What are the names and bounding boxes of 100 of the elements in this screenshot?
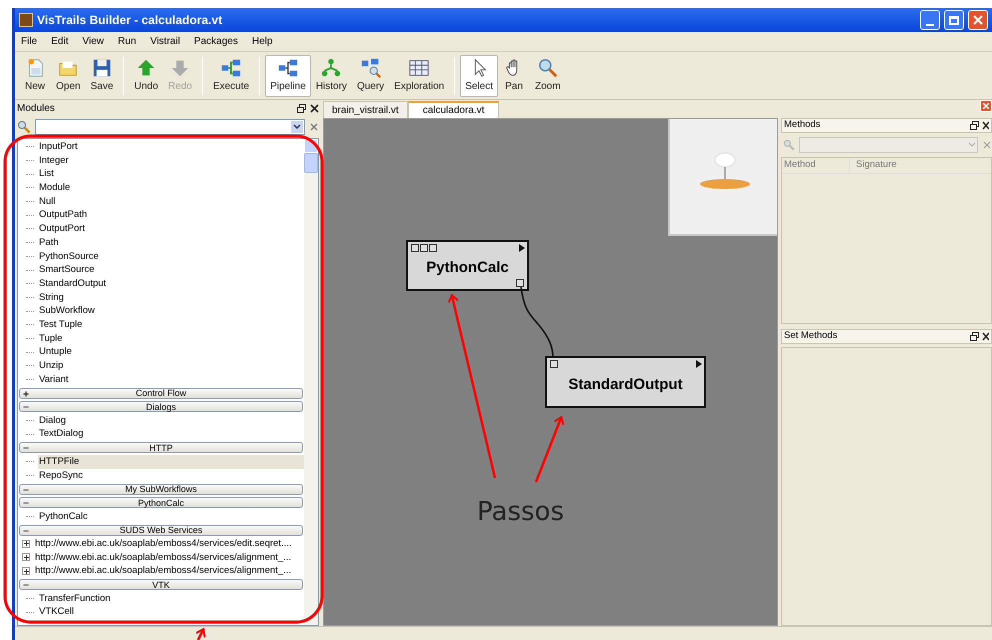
close-icon[interactable] [982, 332, 989, 341]
tree-item[interactable]: HTTPFile [38, 454, 304, 469]
tree-item[interactable]: OutputPort [38, 222, 86, 236]
annotation-label: Passos [477, 496, 564, 529]
tree-item[interactable]: Dialog [38, 414, 67, 428]
tree-item[interactable]: List [38, 167, 55, 182]
category-header[interactable]: My SubWorkflows [19, 484, 303, 495]
module-node[interactable]: StandardOutput [545, 356, 706, 408]
tab[interactable]: brain_vistrail.vt [323, 101, 408, 118]
dropdown-icon[interactable] [291, 121, 303, 133]
annotation-arrow [534, 416, 564, 482]
column-header[interactable]: Method [782, 158, 850, 173]
menu-item[interactable]: File [21, 34, 38, 49]
tree-item[interactable]: Tuple [38, 332, 64, 346]
tree-item[interactable]: Null [38, 194, 56, 208]
tree-item[interactable]: Test Tuple [38, 318, 84, 332]
minimize-button[interactable] [920, 10, 940, 30]
toolbar-button[interactable]: Exploration [389, 54, 450, 96]
menu-item[interactable]: Vistrail [150, 34, 180, 49]
minus-icon [23, 528, 29, 534]
magnifier-icon [536, 57, 559, 79]
category-header[interactable]: PythonCalc [19, 497, 303, 508]
magnifier-boxes-icon [360, 57, 382, 79]
search-field[interactable] [35, 119, 305, 135]
tree-item[interactable]: SubWorkflow [38, 304, 96, 318]
input-port[interactable] [550, 360, 558, 368]
tree-item[interactable]: RepoSync [38, 468, 84, 482]
menu-item[interactable]: Help [252, 34, 273, 49]
scrollbar[interactable] [304, 139, 318, 625]
tree-item[interactable]: Path [38, 236, 60, 250]
toolbar-button[interactable]: Save [85, 54, 118, 96]
close-icon[interactable] [310, 104, 319, 112]
tree-item[interactable]: SmartSource [38, 263, 96, 277]
menu-item[interactable]: View [82, 34, 104, 49]
toolbar-button[interactable]: Execute [208, 54, 254, 96]
tree-item[interactable]: Integer [38, 154, 70, 168]
tab[interactable]: calculadora.vt [408, 101, 500, 118]
close-tab-button[interactable] [980, 100, 992, 112]
column-header[interactable]: Signature [850, 158, 899, 173]
expand-toggle[interactable] [22, 553, 30, 562]
toolbar-button[interactable]: History [310, 54, 352, 96]
menu-item[interactable]: Packages [194, 34, 238, 49]
tree-item[interactable]: http://www.ebi.ac.uk/soaplab/emboss4/services/alignment_... [34, 564, 292, 578]
category-header[interactable]: Dialogs [19, 401, 303, 412]
tree-item[interactable]: http://www.ebi.ac.uk/soaplab/emboss4/services/edit.seqret.... [34, 536, 293, 551]
toolbar-button[interactable]: Open [51, 54, 86, 96]
maximize-button[interactable] [944, 10, 964, 30]
grid-icon [408, 57, 430, 79]
tree-item[interactable]: VTKCell [38, 605, 75, 620]
menu-item[interactable]: Run [118, 34, 136, 49]
float-icon[interactable] [970, 332, 979, 341]
search-icon [17, 120, 31, 134]
toolbar-button[interactable]: Query [352, 54, 390, 96]
tree-item[interactable]: TransferFunction [38, 592, 112, 606]
clear-icon[interactable] [309, 122, 319, 132]
close-icon[interactable] [982, 121, 989, 130]
panel-title: Set Methods [784, 329, 838, 344]
tree-item[interactable]: Unzip [38, 359, 64, 373]
float-icon[interactable] [297, 104, 306, 112]
minus-icon [23, 582, 29, 588]
play-icon [696, 360, 702, 368]
expand-toggle[interactable] [22, 540, 30, 548]
tree-item[interactable]: OutputPath [38, 208, 88, 222]
toolbar-button[interactable]: Select [460, 54, 498, 96]
toolbar-button[interactable]: Pan [498, 54, 530, 96]
app-logo-icon [19, 13, 33, 27]
toolbar-button[interactable]: Undo [129, 54, 164, 96]
tree-item[interactable]: http://www.ebi.ac.uk/soaplab/emboss4/services/alignment_... [34, 550, 292, 564]
expand-toggle[interactable] [22, 567, 30, 576]
tree-item[interactable]: PythonSource [38, 250, 100, 264]
tree-item[interactable]: Module [38, 181, 72, 195]
window-title: VisTrails Builder - calculadora.vt [37, 12, 224, 29]
tree-item[interactable]: TextDialog [38, 427, 84, 442]
module-node[interactable]: PythonCalc [406, 240, 529, 291]
tree-item[interactable]: Untuple [38, 345, 73, 360]
tree-item[interactable]: String [38, 290, 65, 304]
tree-item[interactable]: Variant [38, 372, 70, 386]
close-button[interactable] [968, 10, 988, 30]
float-icon[interactable] [970, 121, 979, 130]
menu-item[interactable]: Edit [51, 34, 68, 49]
toolbar-button[interactable]: Pipeline [265, 54, 311, 96]
clear-icon [982, 140, 990, 150]
category-header[interactable]: SUDS Web Services [19, 524, 303, 536]
connected-boxes-icon [277, 57, 300, 79]
minus-icon [23, 486, 29, 493]
close-icon [983, 103, 989, 109]
plus-icon [23, 390, 29, 397]
toolbar-button[interactable]: Zoom [530, 54, 566, 96]
tree-item[interactable]: PythonCalc [38, 510, 89, 524]
panel-title: Methods [784, 118, 822, 132]
category-header[interactable]: HTTP [19, 442, 303, 454]
category-header[interactable]: VTK [19, 579, 303, 590]
toolbar-button[interactable]: New [19, 54, 51, 96]
tree-item[interactable]: InputPort [38, 140, 79, 154]
panel-title: Modules [17, 102, 56, 116]
play-icon [519, 244, 525, 252]
output-port[interactable] [516, 279, 524, 287]
close-icon [973, 15, 983, 25]
tree-item[interactable]: StandardOutput [38, 276, 108, 291]
category-header[interactable]: Control Flow [19, 388, 303, 399]
